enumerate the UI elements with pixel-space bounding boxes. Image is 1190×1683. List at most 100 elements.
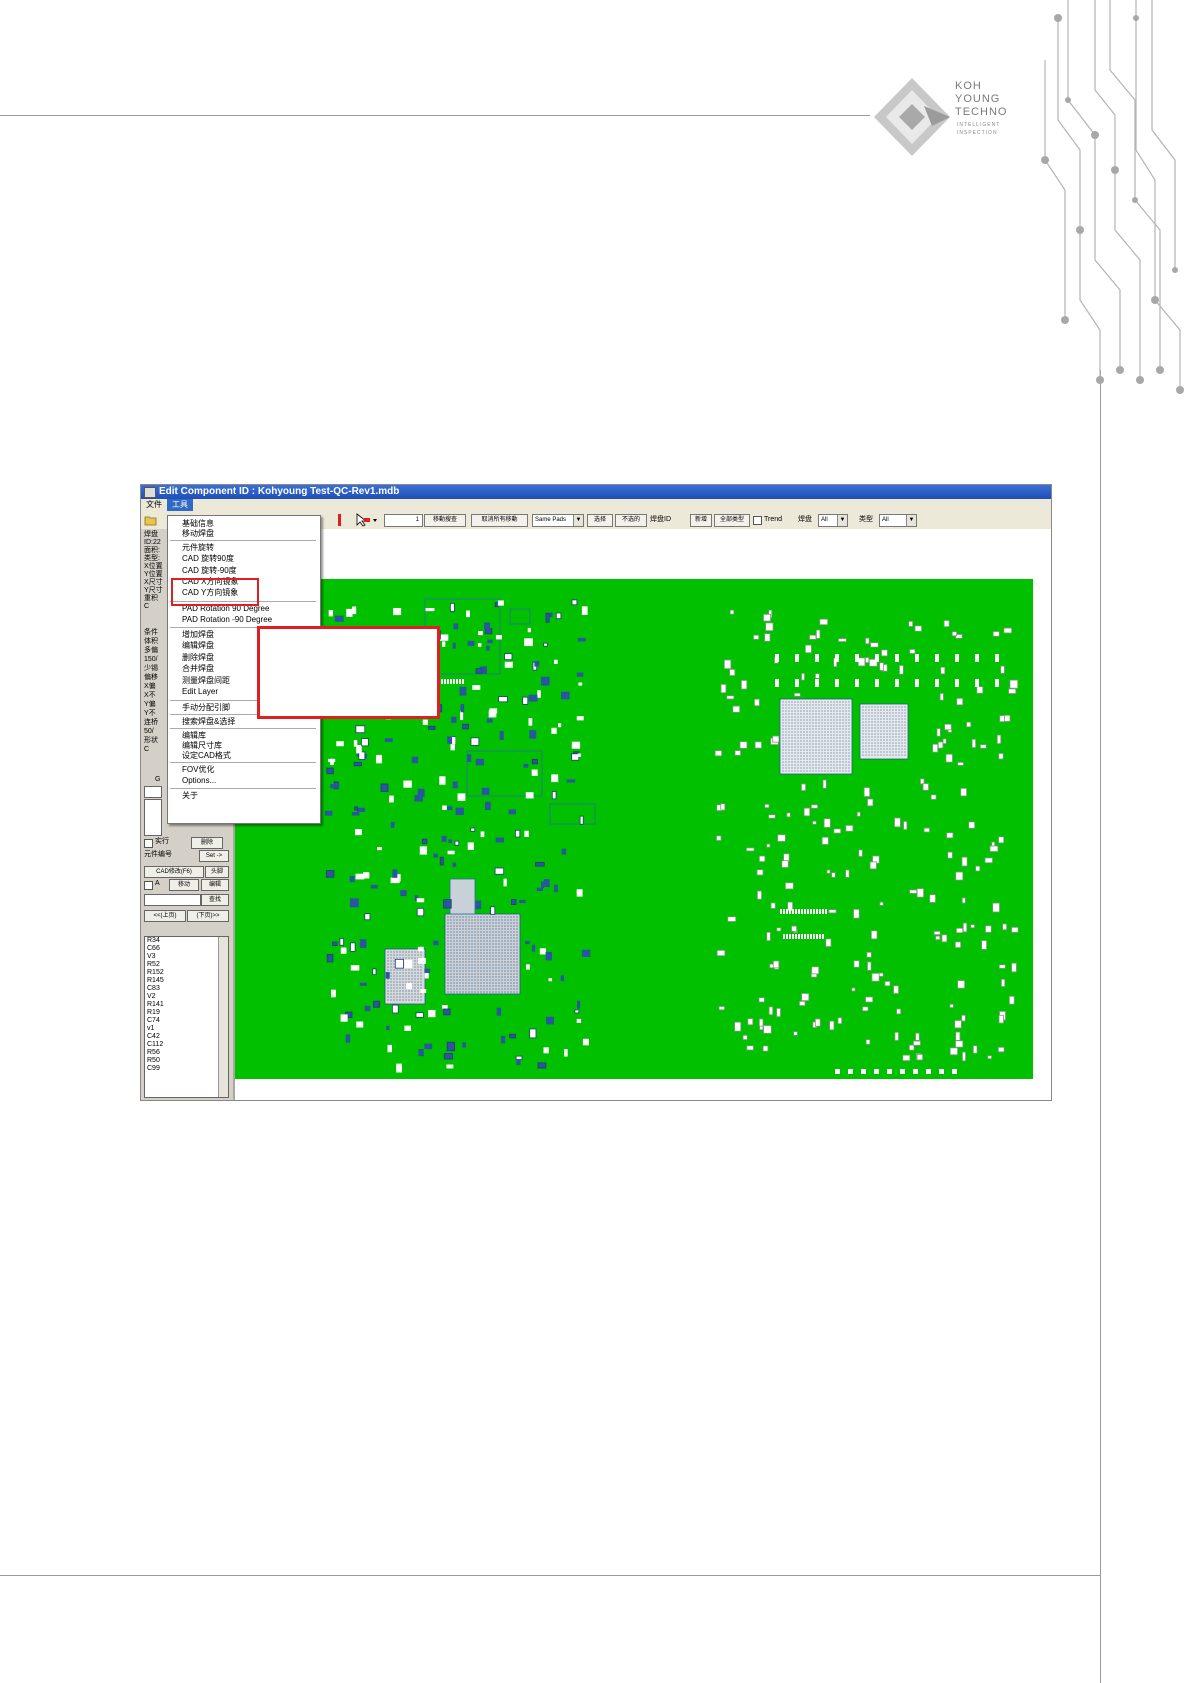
list-item[interactable]: R141 xyxy=(145,1001,228,1009)
menu-item[interactable]: 搜索焊盘&选择 xyxy=(182,717,235,727)
menu-tools[interactable]: 工具 xyxy=(167,499,193,511)
list-item[interactable]: R152 xyxy=(145,969,228,977)
all-types-button[interactable]: 全部类型 xyxy=(714,514,750,527)
menu-item[interactable]: Edit Layer xyxy=(182,687,218,697)
pcb-pad xyxy=(762,1045,769,1052)
list-item[interactable]: R145 xyxy=(145,977,228,985)
list-item[interactable]: V3 xyxy=(145,953,228,961)
type-filter-select[interactable]: All ▼ xyxy=(879,514,917,527)
menu-item[interactable]: 设定CAD格式 xyxy=(182,751,231,761)
group-input[interactable] xyxy=(144,786,162,798)
pcb-pad xyxy=(874,712,876,714)
pcb-pad xyxy=(975,865,981,872)
menu-item[interactable]: 删除焊盘 xyxy=(182,653,214,663)
cad-modify-button[interactable]: CAD修改(F6) xyxy=(144,866,204,878)
menu-item[interactable]: FOV优化 xyxy=(182,765,214,775)
pcb-pad xyxy=(489,943,491,945)
pcb-pad xyxy=(477,970,479,972)
pcb-pad xyxy=(373,1000,381,1008)
pcb-pad xyxy=(819,909,821,914)
group-list[interactable] xyxy=(144,799,162,836)
deselect-button[interactable]: 不选的 xyxy=(615,514,647,527)
component-list[interactable]: R34 C66 V3 R52 R152 R145 C83 V2 R141 R19 C74 v1 C42 C… xyxy=(144,936,229,1098)
pcb-pad xyxy=(975,654,979,662)
list-item[interactable]: V2 xyxy=(145,993,228,1001)
menu-item[interactable]: 基础信息 xyxy=(182,519,214,529)
pcb-pad xyxy=(862,745,864,747)
trend-checkbox[interactable] xyxy=(753,516,762,525)
cancel-all-moves-button[interactable]: 取消所有移動 xyxy=(471,514,528,527)
set-button[interactable]: Set -> xyxy=(199,850,229,862)
pcb-pad xyxy=(387,951,389,953)
open-folder-icon[interactable] xyxy=(144,514,158,526)
pcb-pad xyxy=(901,709,903,711)
pcb-pad xyxy=(815,761,817,763)
pcb-pad xyxy=(788,707,790,709)
pcb-pad xyxy=(465,928,467,930)
menu-item[interactable]: 增加焊盘 xyxy=(182,630,214,640)
pad-filter-select[interactable]: All ▼ xyxy=(818,514,848,527)
search-input[interactable] xyxy=(144,894,201,906)
list-scrollbar[interactable] xyxy=(218,937,228,1097)
first-pin-button[interactable]: 头脚 xyxy=(205,866,229,878)
list-item[interactable]: R50 xyxy=(145,1057,228,1065)
menu-item[interactable]: 关于 xyxy=(182,791,198,801)
prev-page-button[interactable]: <<(上页) xyxy=(144,910,186,922)
canvas-area[interactable] xyxy=(235,529,1051,1100)
menu-item[interactable]: 测量焊盘间距 xyxy=(182,676,230,686)
step-input[interactable]: 1 xyxy=(384,514,423,527)
pcb-pad xyxy=(495,916,497,918)
next-page-button[interactable]: (下页)>> xyxy=(187,910,229,922)
menu-item[interactable]: 移动焊盘 xyxy=(182,529,214,539)
a-checkbox[interactable] xyxy=(144,881,153,890)
list-item[interactable]: C74 xyxy=(145,1017,228,1025)
menu-item[interactable]: 编辑尺寸库 xyxy=(182,741,222,751)
pcb-pad xyxy=(815,728,817,730)
list-item[interactable]: C112 xyxy=(145,1041,228,1049)
pointer-tool-icon[interactable] xyxy=(355,513,379,527)
pcb-pad xyxy=(504,979,506,981)
list-item[interactable]: v1 xyxy=(145,1025,228,1033)
pcb-pad xyxy=(862,754,864,756)
menu-item[interactable]: PAD Rotation -90 Degree xyxy=(182,615,272,625)
menu-item[interactable]: 编辑焊盘 xyxy=(182,641,214,651)
move-button[interactable]: 移动 xyxy=(169,879,199,891)
menu-item[interactable]: 合并焊盘 xyxy=(182,664,214,674)
list-item[interactable]: C99 xyxy=(145,1065,228,1073)
move-search-button[interactable]: 移動搜查 xyxy=(424,514,466,527)
pcb-pad xyxy=(492,961,494,963)
list-item[interactable]: C83 xyxy=(145,985,228,993)
pcb-pad xyxy=(788,755,790,757)
list-item[interactable]: R19 xyxy=(145,1009,228,1017)
menu-file[interactable]: 文件 xyxy=(141,499,167,511)
edit-button[interactable]: 编辑 xyxy=(201,879,229,891)
menu-item[interactable]: 编辑库 xyxy=(182,731,206,741)
delete-button[interactable]: 删除 xyxy=(191,837,223,849)
pads-select[interactable]: Same Pads ▼ xyxy=(532,514,584,527)
pcb-pad xyxy=(791,758,793,760)
title-bar[interactable]: Edit Component ID : Kohyoung Test-QC-Rev… xyxy=(141,485,1051,499)
execute-checkbox[interactable] xyxy=(144,839,153,848)
search-button[interactable]: 查找 xyxy=(201,894,229,906)
pcb-pad xyxy=(880,730,882,732)
pcb-pad xyxy=(393,957,395,959)
menu-item[interactable]: CAD 旋转90度 xyxy=(182,554,234,564)
list-item[interactable]: R56 xyxy=(145,1049,228,1057)
pcb-pad xyxy=(539,948,546,955)
menu-item[interactable]: 手动分配引脚 xyxy=(182,703,230,713)
pcb-pad xyxy=(507,985,509,987)
pcb-pad xyxy=(578,682,583,686)
add-button[interactable]: 新增 xyxy=(690,514,712,527)
menu-item[interactable]: Options... xyxy=(182,776,216,786)
menu-item[interactable]: CAD 旋转-90度 xyxy=(182,566,237,576)
pcb-pad xyxy=(794,746,796,748)
pcb-pad xyxy=(390,984,392,986)
select-button[interactable]: 选择 xyxy=(587,514,613,527)
list-item[interactable]: C42 xyxy=(145,1033,228,1041)
list-item[interactable]: C66 xyxy=(145,945,228,953)
pcb-pad xyxy=(450,940,452,942)
menu-item[interactable]: 元件旋转 xyxy=(182,543,214,553)
list-item[interactable]: R52 xyxy=(145,961,228,969)
pcb-pad xyxy=(874,730,876,732)
list-item[interactable]: R34 xyxy=(145,937,228,945)
